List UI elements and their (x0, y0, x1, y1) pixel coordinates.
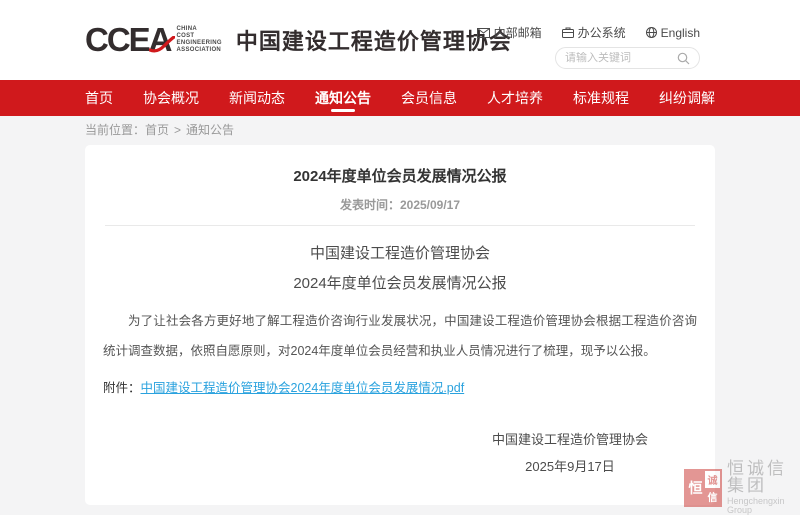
nav-item-association-overview[interactable]: 协会概况 (143, 80, 199, 116)
watermark-name-en: Hengchengxin Group (727, 497, 800, 515)
header-utility-links: 内部邮箱 办公系统 English (477, 24, 700, 41)
breadcrumb: 当前位置：首页 > 通知公告 (85, 121, 234, 138)
nav-item-notices[interactable]: 通知公告 (315, 80, 371, 116)
nav-item-dispute-mediation[interactable]: 纠纷调解 (659, 80, 715, 116)
site-title: 中国建设工程造价管理协会 (236, 24, 512, 56)
main-nav: 首页 协会概况 新闻动态 通知公告 会员信息 人才培养 标准规程 纠纷调解 (0, 80, 800, 116)
english-label: English (661, 26, 700, 40)
watermark-name: 恒诚信集团 (727, 460, 800, 494)
title-divider (105, 225, 695, 226)
logo-red-swoosh-icon (149, 36, 175, 54)
nav-item-news[interactable]: 新闻动态 (229, 80, 285, 116)
globe-icon (646, 27, 657, 38)
search-input[interactable] (565, 52, 677, 64)
search-box (555, 47, 700, 69)
article-title: 2024年度单位会员发展情况公报 (85, 145, 715, 187)
signature-block: 中国建设工程造价管理协会 2025年9月17日 (492, 431, 648, 476)
signature-date: 2025年9月17日 (492, 458, 648, 476)
nav-item-notices-label: 通知公告 (315, 90, 371, 106)
english-link[interactable]: English (646, 24, 700, 41)
office-system-link[interactable]: 办公系统 (562, 24, 626, 41)
body-heading-title: 2024年度单位会员发展情况公报 (85, 274, 715, 294)
breadcrumb-current[interactable]: 通知公告 (186, 123, 234, 137)
seal-char-top: 诚 (705, 471, 720, 488)
breadcrumb-home[interactable]: 首页 (145, 123, 169, 137)
nav-item-talent-training[interactable]: 人才培养 (487, 80, 543, 116)
hengchengxin-watermark: 恒 诚 信 恒诚信集团 Hengchengxin Group (684, 460, 800, 515)
breadcrumb-prefix: 当前位置： (85, 123, 145, 137)
breadcrumb-separator: > (174, 123, 181, 137)
mail-icon (477, 28, 490, 38)
site-header: CCEA CHINA COST ENGINEERING ASSOCIATION … (0, 0, 800, 80)
hengchengxin-seal-icon: 恒 诚 信 (684, 469, 722, 507)
nav-item-standards[interactable]: 标准规程 (573, 80, 629, 116)
nav-item-member-info[interactable]: 会员信息 (401, 80, 457, 116)
attachment-pdf-link[interactable]: 中国建设工程造价管理协会2024年度单位会员发展情况.pdf (141, 381, 465, 395)
site-logo[interactable]: CCEA CHINA COST ENGINEERING ASSOCIATION … (85, 20, 512, 60)
internal-mail-link[interactable]: 内部邮箱 (477, 24, 542, 41)
nav-item-home[interactable]: 首页 (85, 80, 113, 116)
attachment-row: 附件：中国建设工程造价管理协会2024年度单位会员发展情况.pdf (103, 379, 697, 397)
search-icon[interactable] (677, 52, 690, 65)
article-card: 2024年度单位会员发展情况公报 发表时间：2025/09/17 中国建设工程造… (85, 145, 715, 505)
office-icon (562, 27, 574, 38)
article-paragraph: 为了让社会各方更好地了解工程造价咨询行业发展状况，中国建设工程造价管理协会根据工… (103, 306, 697, 366)
body-heading-org: 中国建设工程造价管理协会 (85, 244, 715, 264)
attachment-label: 附件： (103, 381, 141, 395)
publish-date: 发表时间：2025/09/17 (85, 198, 715, 212)
active-tab-underline (331, 109, 355, 112)
logo-tagline: CHINA COST ENGINEERING ASSOCIATION (177, 26, 222, 54)
internal-mail-label: 内部邮箱 (494, 24, 542, 41)
logo-acronym: CCEA (85, 20, 171, 60)
seal-char-bottom: 信 (705, 488, 720, 505)
office-system-label: 办公系统 (578, 24, 626, 41)
seal-char-left: 恒 (686, 471, 705, 505)
signature-name: 中国建设工程造价管理协会 (492, 431, 648, 449)
